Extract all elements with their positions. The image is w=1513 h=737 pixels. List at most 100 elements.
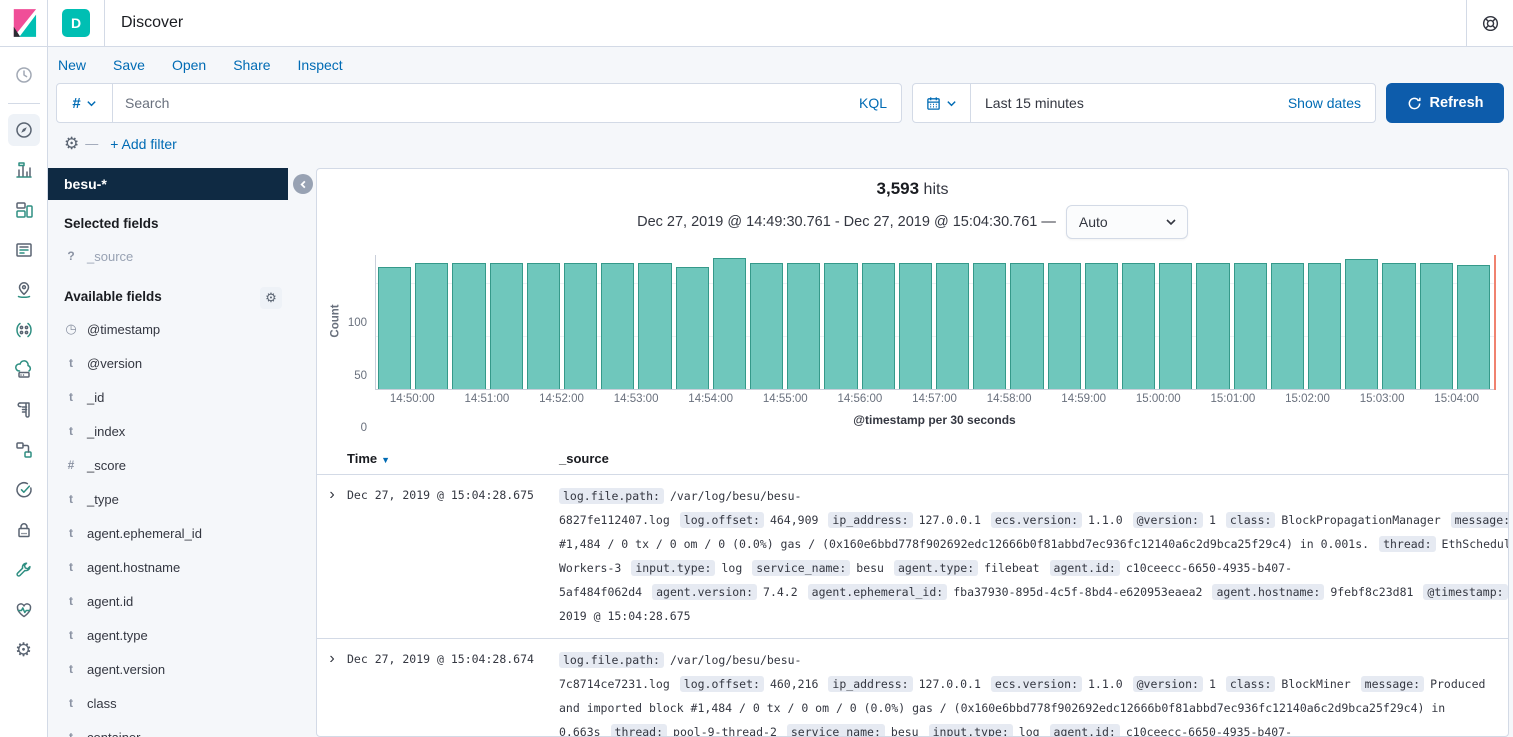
- histogram-bar[interactable]: [713, 258, 746, 389]
- field-item-@version[interactable]: t@version: [48, 346, 288, 380]
- histogram-bar[interactable]: [973, 263, 1006, 389]
- nav-logs[interactable]: [8, 394, 40, 426]
- nav-metrics[interactable]: [8, 354, 40, 386]
- field-item-_id[interactable]: t_id: [48, 380, 288, 414]
- histogram-bar[interactable]: [527, 263, 560, 389]
- menu-item-inspect[interactable]: Inspect: [298, 57, 343, 73]
- add-filter-button[interactable]: + Add filter: [110, 136, 177, 152]
- query-language-button[interactable]: KQL: [845, 95, 901, 111]
- x-tick-label: 14:50:00: [390, 393, 435, 405]
- histogram-bar[interactable]: [1271, 263, 1304, 389]
- histogram-bar[interactable]: [601, 263, 634, 389]
- expand-row-chevron-icon[interactable]: ›: [317, 484, 347, 628]
- field-key-badge: ecs.version:: [991, 512, 1082, 528]
- string-field-type-icon: t: [64, 594, 78, 608]
- histogram-bar[interactable]: [1457, 265, 1490, 389]
- field-value: 460,216: [770, 677, 818, 691]
- recently-viewed-button[interactable]: [8, 59, 40, 91]
- histogram-bar[interactable]: [899, 263, 932, 389]
- field-name: class: [87, 696, 117, 711]
- field-item-agent.version[interactable]: tagent.version: [48, 652, 288, 686]
- interval-select[interactable]: Auto: [1066, 205, 1188, 239]
- nav-canvas[interactable]: [8, 234, 40, 266]
- refresh-icon: [1407, 96, 1422, 111]
- histogram-bar[interactable]: [378, 267, 411, 389]
- histogram-bar[interactable]: [1345, 259, 1378, 389]
- date-quick-select-button[interactable]: [913, 84, 971, 122]
- index-pattern-selector[interactable]: besu-*: [48, 168, 288, 200]
- metrics-cloud-icon: [14, 360, 34, 380]
- menu-item-save[interactable]: Save: [113, 57, 145, 73]
- nav-stack-monitoring[interactable]: [8, 594, 40, 626]
- menu-item-new[interactable]: New: [58, 57, 86, 73]
- histogram-bar[interactable]: [1085, 263, 1118, 389]
- histogram-bar[interactable]: [638, 263, 671, 389]
- histogram-bar[interactable]: [1196, 263, 1229, 389]
- saved-query-menu-button[interactable]: #: [57, 84, 113, 122]
- time-column-header[interactable]: Time▼: [347, 451, 559, 466]
- histogram-bar[interactable]: [452, 263, 485, 389]
- field-item-container[interactable]: tcontainer: [48, 720, 288, 737]
- histogram-bar[interactable]: [415, 263, 448, 389]
- nav-apm[interactable]: [8, 434, 40, 466]
- field-key-badge: thread:: [611, 724, 667, 737]
- nav-visualize[interactable]: [8, 154, 40, 186]
- nav-management[interactable]: ⚙: [8, 634, 40, 666]
- search-input[interactable]: [113, 95, 845, 111]
- histogram-bar[interactable]: [1122, 263, 1155, 389]
- histogram-bar[interactable]: [936, 263, 969, 389]
- nav-siem[interactable]: [8, 514, 40, 546]
- field-item-agent.id[interactable]: tagent.id: [48, 584, 288, 618]
- app-badge[interactable]: D: [62, 9, 90, 37]
- field-key-badge: class:: [1226, 512, 1276, 528]
- field-item-class[interactable]: tclass: [48, 686, 288, 720]
- histogram-bar[interactable]: [1159, 263, 1192, 389]
- field-item-agent.type[interactable]: tagent.type: [48, 618, 288, 652]
- nav-discover[interactable]: [8, 114, 40, 146]
- histogram-bar[interactable]: [1308, 263, 1341, 389]
- menu-item-open[interactable]: Open: [172, 57, 206, 73]
- field-item-agent.ephemeral_id[interactable]: tagent.ephemeral_id: [48, 516, 288, 550]
- time-range-value[interactable]: Last 15 minutes: [971, 95, 1288, 111]
- field-key-badge: @version:: [1133, 512, 1203, 528]
- expand-row-chevron-icon[interactable]: ›: [317, 648, 347, 737]
- nav-dashboard[interactable]: [8, 194, 40, 226]
- nav-maps[interactable]: [8, 274, 40, 306]
- histogram-bar[interactable]: [1010, 263, 1043, 389]
- chevron-down-icon: [1165, 216, 1177, 228]
- histogram-bar[interactable]: [750, 263, 783, 389]
- field-key-badge: ecs.version:: [991, 676, 1082, 692]
- nav-machine-learning[interactable]: [8, 314, 40, 346]
- show-dates-button[interactable]: Show dates: [1288, 95, 1375, 111]
- histogram-bar[interactable]: [824, 263, 857, 389]
- nav-uptime[interactable]: [8, 474, 40, 506]
- field-key-badge: thread:: [1379, 536, 1435, 552]
- field-key-badge: ip_address:: [828, 676, 912, 692]
- histogram-bar[interactable]: [1048, 263, 1081, 389]
- chevron-down-icon: [86, 98, 97, 109]
- kibana-logo[interactable]: [0, 0, 47, 46]
- string-field-type-icon: t: [64, 560, 78, 574]
- refresh-button[interactable]: Refresh: [1386, 83, 1504, 123]
- histogram-bar[interactable]: [1382, 263, 1415, 389]
- field-item-_type[interactable]: t_type: [48, 482, 288, 516]
- histogram-bar[interactable]: [1234, 263, 1267, 389]
- field-settings-gear-icon[interactable]: ⚙: [260, 287, 282, 309]
- histogram-bar[interactable]: [1420, 263, 1453, 389]
- logs-icon: [14, 400, 34, 420]
- field-item-_index[interactable]: t_index: [48, 414, 288, 448]
- histogram-bar[interactable]: [862, 263, 895, 389]
- histogram-bar[interactable]: [490, 263, 523, 389]
- field-item-_source[interactable]: ?_source: [48, 239, 288, 273]
- field-item-_score[interactable]: #_score: [48, 448, 288, 482]
- help-menu-button[interactable]: [1467, 0, 1513, 46]
- filter-options-gear-icon[interactable]: ⚙: [64, 135, 79, 152]
- histogram-bar[interactable]: [564, 263, 597, 389]
- field-item-@timestamp[interactable]: ◷@timestamp: [48, 312, 288, 346]
- histogram-bar[interactable]: [787, 263, 820, 389]
- histogram-bar[interactable]: [676, 267, 709, 389]
- field-item-agent.hostname[interactable]: tagent.hostname: [48, 550, 288, 584]
- menu-item-share[interactable]: Share: [233, 57, 270, 73]
- nav-dev-tools[interactable]: [8, 554, 40, 586]
- collapse-sidebar-button[interactable]: [293, 174, 313, 194]
